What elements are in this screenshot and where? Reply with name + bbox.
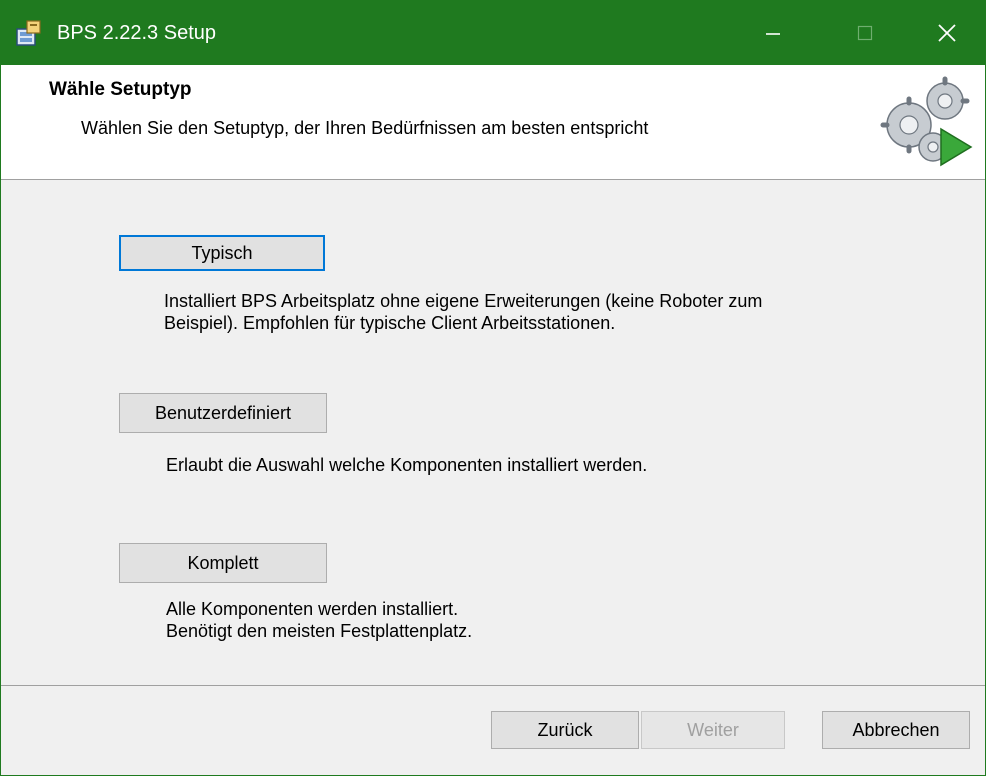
complete-button[interactable]: Komplett	[119, 543, 327, 583]
minimize-button[interactable]	[727, 1, 819, 65]
typical-description: Installiert BPS Arbeitsplatz ohne eigene…	[164, 290, 762, 334]
typical-description-line-2: Beispiel). Empfohlen für typische Client…	[164, 313, 616, 333]
title-bar[interactable]: BPS 2.22.3 Setup	[1, 1, 985, 65]
setup-type-content: Typisch Installiert BPS Arbeitsplatz ohn…	[1, 180, 985, 685]
installer-app-icon	[16, 20, 41, 46]
close-button[interactable]	[901, 1, 986, 65]
custom-description-line-1: Erlaubt die Auswahl welche Komponenten i…	[166, 455, 648, 475]
complete-description-line-2: Benötigt den meisten Festplattenplatz.	[166, 621, 473, 641]
maximize-icon	[857, 25, 873, 41]
back-button[interactable]: Zurück	[491, 711, 639, 749]
dialog-footer: Zurück Weiter Abbrechen	[1, 686, 985, 775]
custom-button[interactable]: Benutzerdefiniert	[119, 393, 327, 433]
window-title: BPS 2.22.3 Setup	[57, 22, 217, 44]
complete-description: Alle Komponenten werden installiert. Ben…	[166, 598, 472, 642]
cancel-button[interactable]: Abbrechen	[822, 711, 970, 749]
complete-description-line-1: Alle Komponenten werden installiert.	[166, 599, 459, 619]
typical-button[interactable]: Typisch	[119, 235, 325, 271]
gears-play-icon	[880, 76, 973, 167]
typical-description-line-1: Installiert BPS Arbeitsplatz ohne eigene…	[164, 291, 763, 311]
close-icon	[938, 24, 956, 42]
header-subtitle: Wählen Sie den Setuptyp, der Ihren Bedür…	[81, 118, 649, 138]
setup-window: BPS 2.22.3 Setup Wähle Setuptyp Wählen S…	[0, 0, 986, 776]
next-button[interactable]: Weiter	[641, 711, 785, 749]
header-title: Wähle Setuptyp	[49, 79, 192, 100]
maximize-button[interactable]	[819, 1, 911, 65]
dialog-header: Wähle Setuptyp Wählen Sie den Setuptyp, …	[1, 65, 985, 180]
minimize-icon	[766, 33, 780, 35]
custom-description: Erlaubt die Auswahl welche Komponenten i…	[166, 454, 647, 476]
